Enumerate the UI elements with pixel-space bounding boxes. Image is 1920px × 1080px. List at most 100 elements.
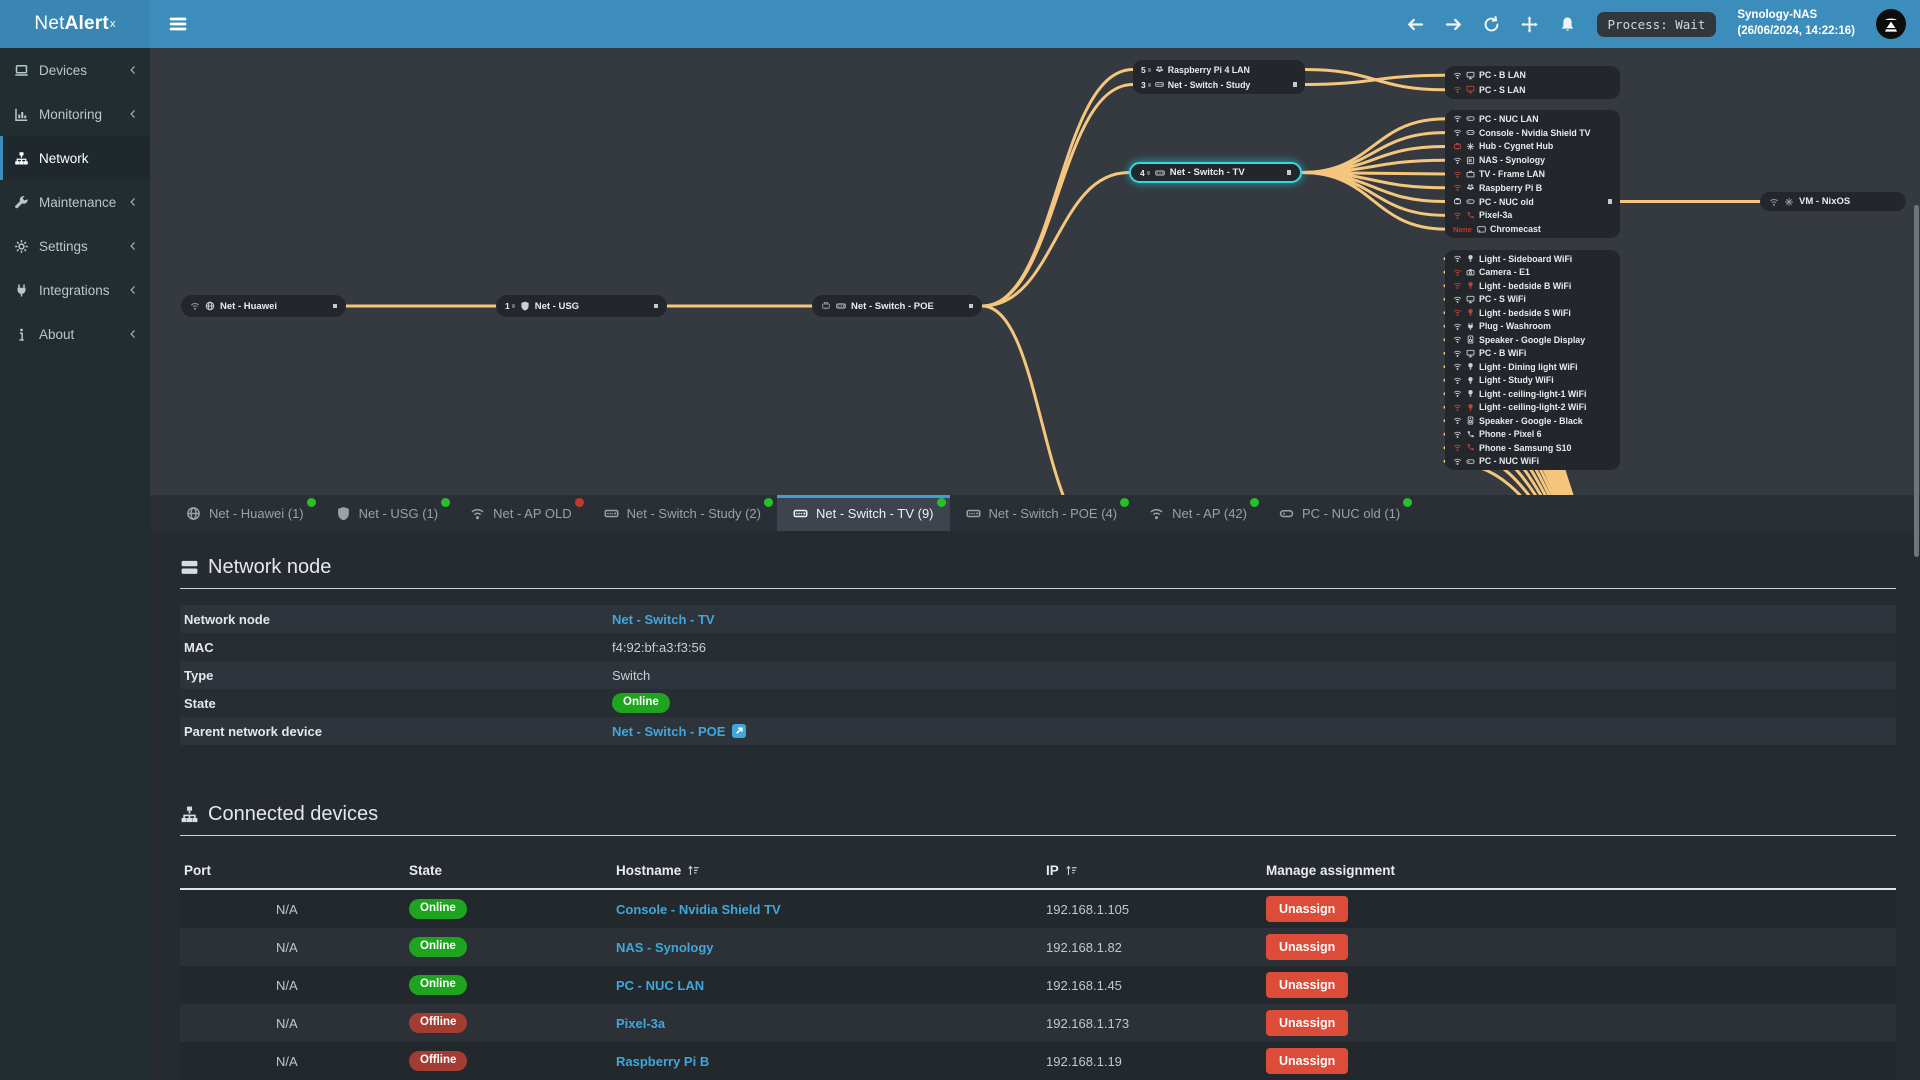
topology-node[interactable]: Light - bedside S WiFi <box>1445 306 1620 320</box>
sort-icon[interactable] <box>687 864 700 877</box>
notifications-icon[interactable] <box>1559 16 1576 33</box>
tab-net-ap-old[interactable]: Net - AP OLD <box>454 495 588 531</box>
user-avatar[interactable] <box>1876 9 1906 39</box>
status-dot-green <box>1120 498 1130 507</box>
network-topology-canvas[interactable]: Net - Huawei 1 Net - USG Net - Switch - POE… <box>150 48 1920 495</box>
refresh-icon[interactable] <box>1483 15 1500 33</box>
node-label: Raspberry Pi 4 LAN <box>1167 64 1250 75</box>
column-header-hostname[interactable]: Hostname <box>616 863 1046 878</box>
topology-node[interactable]: Light - Study WiFi <box>1445 374 1620 388</box>
topology-node[interactable]: Hub - Cygnet Hub <box>1445 140 1620 154</box>
sidebar-item-maintenance[interactable]: Maintenance <box>0 180 150 224</box>
topology-node[interactable]: PC - B LAN <box>1445 68 1620 83</box>
wifi-icon <box>1453 211 1462 220</box>
info-label: Parent network device <box>184 723 322 739</box>
unassign-button[interactable]: Unassign <box>1266 896 1349 922</box>
sidebar-item-settings[interactable]: Settings <box>0 224 150 268</box>
unassign-button[interactable]: Unassign <box>1266 972 1349 998</box>
topology-node-usg[interactable]: 1 Net - USG <box>496 295 667 317</box>
topology-node[interactable]: Light - Sideboard WiFi <box>1445 252 1620 266</box>
topology-node[interactable]: Light - bedside B WiFi <box>1445 279 1620 293</box>
topology-node[interactable]: PC - S LAN <box>1445 83 1620 98</box>
topology-node[interactable]: Raspberry Pi B <box>1445 181 1620 195</box>
logo-text-bold: Alert <box>64 13 109 34</box>
topology-node[interactable]: Light - ceiling-light-2 WiFi <box>1445 401 1620 415</box>
host-name: Synology-NAS <box>1737 9 1818 22</box>
topology-node[interactable]: PC - NUC old <box>1445 195 1620 209</box>
sidebar-item-integrations[interactable]: Integrations <box>0 268 150 312</box>
topology-node-huawei[interactable]: Net - Huawei <box>181 295 346 317</box>
sidebar-item-label: Devices <box>39 62 88 78</box>
topology-node[interactable]: Light - Dining light WiFi <box>1445 360 1620 374</box>
column-header-ip[interactable]: IP <box>1046 863 1266 878</box>
hostname-link[interactable]: PC - NUC LAN <box>616 978 704 993</box>
info-value-text: f4:92:bf:a3:f3:56 <box>612 639 706 655</box>
port-cell: N/A <box>276 1015 298 1031</box>
topology-node[interactable]: None Chromecast <box>1445 222 1620 236</box>
info-icon <box>14 327 29 342</box>
app-logo[interactable]: Net Alert x <box>0 0 150 48</box>
tab-pc-nuc-old-1[interactable]: PC - NUC old (1) <box>1263 495 1416 531</box>
topology-node[interactable]: PC - S WiFi <box>1445 293 1620 307</box>
tab-net-switch-study-2[interactable]: Net - Switch - Study (2) <box>588 495 777 531</box>
wifi-icon <box>1453 362 1462 371</box>
forward-icon[interactable] <box>1445 16 1462 33</box>
topology-node[interactable]: Light - ceiling-light-1 WiFi <box>1445 387 1620 401</box>
topology-node[interactable]: Plug - Washroom <box>1445 320 1620 334</box>
topology-node[interactable]: NAS - Synology <box>1445 153 1620 167</box>
info-row: Parent network device Net - Switch - POE <box>180 717 1896 745</box>
connector-square <box>332 303 337 309</box>
back-icon[interactable] <box>1407 16 1424 33</box>
tab-net-switch-poe-4[interactable]: Net - Switch - POE (4) <box>950 495 1134 531</box>
hostname-link[interactable]: Console - Nvidia Shield TV <box>616 902 781 917</box>
port-cell: N/A <box>276 901 298 917</box>
topology-node[interactable]: Phone - Pixel 6 <box>1445 428 1620 442</box>
sidebar-item-devices[interactable]: Devices <box>0 48 150 92</box>
hostname-link[interactable]: NAS - Synology <box>616 940 714 955</box>
tab-net-usg-1[interactable]: Net - USG (1) <box>320 495 454 531</box>
wrench-icon <box>14 195 29 210</box>
topology-node-poe[interactable]: Net - Switch - POE <box>812 295 982 317</box>
tab-net-ap-42[interactable]: Net - AP (42) <box>1133 495 1263 531</box>
plug-icon <box>14 283 29 298</box>
hostname-link[interactable]: Pixel-3a <box>616 1016 665 1031</box>
topology-node-tv[interactable]: 4 Net - Switch - TV <box>1129 162 1302 183</box>
bulb-icon <box>1466 362 1475 371</box>
info-value: Net - Switch - POE <box>612 724 1896 739</box>
tab-net-huawei-1[interactable]: Net - Huawei (1) <box>170 495 320 531</box>
external-link-icon[interactable] <box>732 724 747 738</box>
device-link[interactable]: Net - Switch - TV <box>612 612 715 627</box>
sidebar-item-network[interactable]: Network <box>0 136 150 180</box>
column-header-state: State <box>409 863 616 878</box>
menu-toggle-icon[interactable] <box>168 14 188 34</box>
connected-devices-section-title: Connected devices <box>180 803 1896 826</box>
sidebar-item-monitoring[interactable]: Monitoring <box>0 92 150 136</box>
topology-node[interactable]: Pixel-3a <box>1445 208 1620 222</box>
topology-node[interactable]: TV - Frame LAN <box>1445 167 1620 181</box>
hostname-link[interactable]: Raspberry Pi B <box>616 1054 709 1069</box>
unassign-button[interactable]: Unassign <box>1266 1048 1349 1074</box>
topology-node[interactable]: 5 Raspberry Pi 4 LAN <box>1133 62 1305 77</box>
topology-node[interactable]: PC - NUC LAN <box>1445 112 1620 126</box>
sort-icon[interactable] <box>1065 864 1078 877</box>
pan-icon[interactable] <box>1520 15 1538 33</box>
tab-label: Net - Switch - POE (4) <box>988 505 1118 521</box>
sidebar-item-label: Monitoring <box>39 106 103 122</box>
topology-node[interactable]: Speaker - Google Display <box>1445 333 1620 347</box>
device-link[interactable]: Net - Switch - POE <box>612 724 725 739</box>
topology-node[interactable]: 3 Net - Switch - Study <box>1133 77 1305 92</box>
topology-node[interactable]: PC - NUC WiFi <box>1445 455 1620 469</box>
unassign-button[interactable]: Unassign <box>1266 934 1349 960</box>
phone-icon <box>1466 211 1475 220</box>
unassign-button[interactable]: Unassign <box>1266 1010 1349 1036</box>
topology-node-vm[interactable]: VM - NixOS <box>1760 192 1906 211</box>
sidebar-item-about[interactable]: About <box>0 312 150 356</box>
topology-node[interactable]: Console - Nvidia Shield TV <box>1445 126 1620 140</box>
topology-node[interactable]: Camera - E1 <box>1445 266 1620 280</box>
eth-icon <box>1453 197 1462 206</box>
topology-node[interactable]: PC - B WiFi <box>1445 347 1620 361</box>
tab-net-switch-tv-9[interactable]: Net - Switch - TV (9) <box>777 495 950 531</box>
page-scrollbar-thumb[interactable] <box>1914 205 1919 557</box>
topology-node[interactable]: Speaker - Google - Black <box>1445 414 1620 428</box>
topology-node[interactable]: Phone - Samsung S10 <box>1445 441 1620 455</box>
